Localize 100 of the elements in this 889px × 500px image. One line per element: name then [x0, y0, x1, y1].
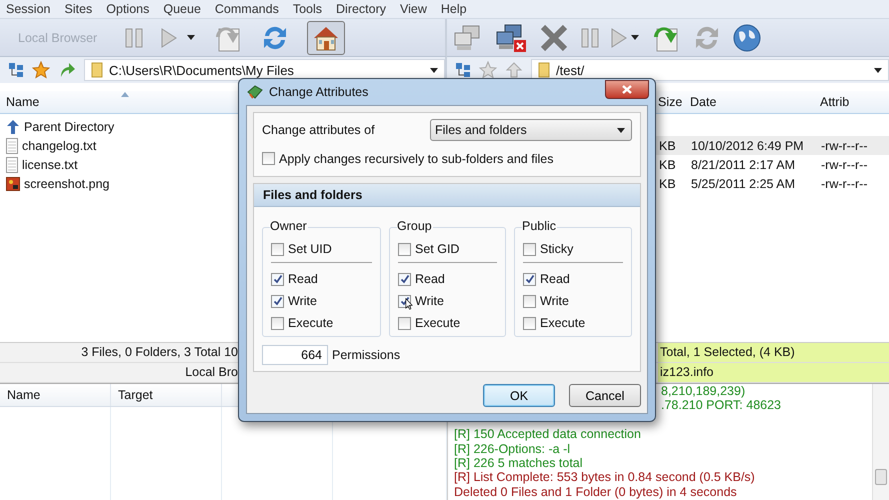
checkbox-label[interactable]: Execute — [415, 316, 460, 330]
log-line: 8,210,189,239) — [661, 384, 746, 398]
table-cell-text: KB — [658, 138, 677, 152]
checkbox[interactable] — [271, 242, 284, 256]
field-label: Change attributes of — [262, 123, 375, 137]
star-icon[interactable] — [32, 61, 50, 79]
close-icon — [622, 84, 632, 94]
caret-icon[interactable] — [631, 35, 639, 40]
dialog-title: Change Attributes — [269, 85, 368, 99]
house-icon — [312, 24, 340, 50]
caret-icon[interactable] — [617, 128, 625, 132]
menu-item[interactable]: Directory — [336, 2, 386, 16]
log-line: .78.210 PORT: 48623 — [661, 398, 781, 412]
column-header[interactable]: Date — [688, 95, 818, 109]
up-arrow-icon[interactable] — [505, 61, 523, 79]
file-name[interactable]: changelog.txt — [22, 138, 96, 152]
tree-view-icon[interactable] — [455, 62, 471, 78]
checkbox[interactable] — [271, 316, 284, 330]
log-line: [R] 226 5 matches total — [454, 456, 584, 470]
pane-label: iz123.info — [660, 365, 714, 379]
checkbox[interactable] — [523, 272, 536, 286]
document-icon — [6, 156, 18, 172]
permissions-field[interactable]: 664 — [262, 345, 328, 365]
table-cell-text: 8/21/2011 2:17 AM — [690, 158, 796, 172]
checkbox-label[interactable]: Read — [288, 272, 318, 286]
checkbox[interactable] — [523, 242, 536, 256]
section-header: Files and folders — [254, 184, 640, 207]
checkbox-label[interactable]: Write — [415, 294, 444, 308]
column-header[interactable]: Name — [0, 384, 111, 406]
table-cell-text: 5/25/2011 2:25 AM — [690, 176, 796, 190]
close-button[interactable] — [605, 80, 649, 98]
close-icon[interactable] — [539, 22, 569, 52]
table-cell-text: KB — [658, 158, 677, 172]
menu-item[interactable]: Session — [6, 2, 50, 16]
table-cell-text: -rw-r--r-- — [820, 176, 868, 190]
folder-icon — [91, 62, 103, 78]
checkbox[interactable] — [271, 294, 284, 308]
checkbox-label[interactable]: Read — [540, 272, 570, 286]
play-icon[interactable] — [161, 28, 178, 48]
disconnect-icon[interactable] — [495, 22, 527, 52]
menu-item[interactable]: Tools — [292, 2, 322, 16]
checkbox-label[interactable]: Read — [415, 272, 445, 286]
checkbox[interactable] — [398, 272, 411, 286]
target-dropdown[interactable]: Files and folders — [430, 119, 632, 141]
status-text: 3 Files, 0 Folders, 3 Total 10 — [80, 344, 238, 361]
checkbox-label[interactable]: Execute — [288, 316, 334, 330]
home-button[interactable] — [307, 20, 346, 54]
sort-arrow-icon — [121, 92, 129, 97]
dialog-button[interactable]: Cancel — [569, 384, 641, 407]
log-line: [R] List Complete: 553 bytes in 0.84 second (0.5 KB/s) — [454, 470, 756, 485]
log-line: [R] 150 Accepted data connection — [454, 427, 642, 442]
field-label: Permissions — [332, 348, 400, 362]
folder-icon — [538, 62, 550, 78]
log-line: Deleted 0 Files and 1 Folder (0 bytes) in 4 seconds — [454, 484, 738, 500]
checkbox[interactable] — [523, 316, 536, 330]
scrollbar[interactable] — [872, 384, 889, 500]
pause-icon[interactable] — [581, 28, 599, 48]
pointer-cursor-icon — [405, 298, 413, 310]
pane-label: Local Bro — [184, 364, 238, 381]
path-field[interactable]: /test/ — [531, 59, 889, 81]
checkbox-label[interactable]: Execute — [540, 316, 586, 330]
globe-icon[interactable] — [733, 24, 761, 52]
path-field[interactable]: C:\Users\R\Documents\My Files — [84, 59, 445, 81]
checkbox-label[interactable]: Set GID — [415, 242, 460, 256]
column-header[interactable]: Target — [111, 384, 222, 406]
checkbox[interactable] — [398, 242, 411, 256]
dialog-button[interactable]: OK — [483, 384, 555, 407]
checkbox-label[interactable]: Write — [540, 294, 569, 308]
caret-icon[interactable] — [430, 68, 438, 72]
checkbox[interactable] — [398, 316, 411, 330]
document-icon — [6, 138, 18, 154]
table-cell-text: -rw-r--r-- — [820, 138, 868, 152]
menu-item[interactable]: Queue — [163, 2, 201, 16]
checkbox-label[interactable]: Set UID — [288, 242, 332, 256]
menu-item[interactable]: Commands — [214, 2, 279, 16]
pause-icon[interactable] — [125, 28, 144, 48]
status-text: Total, 1 Selected, (4 KB) — [660, 345, 795, 359]
image-file-icon — [6, 176, 20, 190]
file-name[interactable]: license.txt — [22, 158, 78, 172]
group-title: Group — [397, 219, 433, 233]
file-name[interactable]: Parent Directory — [24, 120, 114, 134]
tree-view-icon[interactable] — [8, 62, 24, 78]
caret-icon[interactable] — [187, 35, 196, 40]
star-icon[interactable] — [479, 61, 497, 79]
checkbox[interactable] — [262, 152, 275, 165]
checkbox-label[interactable]: Sticky — [540, 242, 574, 256]
caret-icon[interactable] — [874, 68, 882, 72]
menu-item[interactable]: Help — [440, 2, 467, 16]
menu-item[interactable]: Options — [106, 2, 150, 16]
file-name[interactable]: screenshot.png — [24, 176, 110, 190]
checkbox-label[interactable]: Write — [288, 294, 317, 308]
table-cell-text: 10/10/2012 6:49 PM — [690, 138, 805, 152]
checkbox[interactable] — [271, 272, 284, 286]
column-header[interactable]: Attrib — [818, 95, 889, 109]
column-header[interactable]: Size — [656, 95, 688, 109]
menu-item[interactable]: Sites — [64, 2, 92, 16]
checkbox[interactable] — [523, 294, 536, 308]
menu-item[interactable]: View — [400, 2, 427, 16]
column-header[interactable]: Name — [0, 95, 40, 109]
attributes-icon — [247, 85, 263, 99]
